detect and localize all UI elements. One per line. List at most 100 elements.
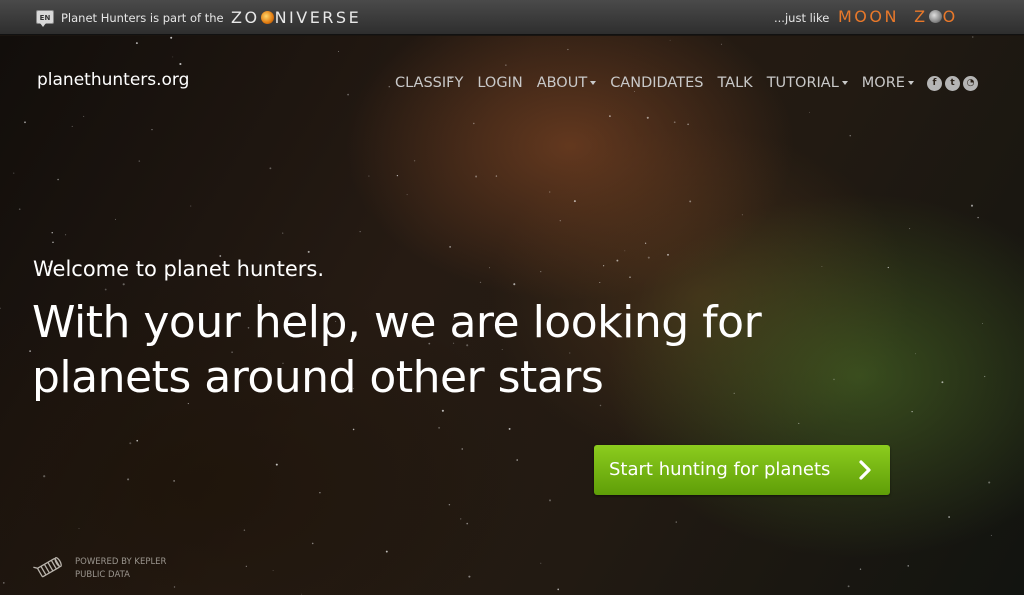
star-dot [669,39,671,41]
star-dot [540,271,542,273]
star-dot [368,175,370,177]
nav-talk[interactable]: TALK [717,75,752,91]
star-dot [624,250,626,252]
star-dot [448,503,451,506]
star-dot [78,528,80,529]
nav-candidates[interactable]: CANDIDATES [610,75,703,91]
star-dot [990,534,992,536]
star-dot [396,174,399,177]
star-dot [173,586,176,588]
moon-zoo-logo-first: MOON [838,7,899,26]
zooniverse-logo-start: ZO [231,8,260,27]
star-dot [52,241,54,244]
star-dot [988,481,991,484]
star-dot [57,178,59,181]
nav-login[interactable]: LOGIN [477,75,522,91]
caret-down-icon [841,81,848,85]
nav-about[interactable]: ABOUT [537,75,597,91]
star-dot [173,480,175,482]
star-dot [859,568,862,570]
kepler-telescope-icon [33,557,62,578]
kepler-credit[interactable]: POWERED BY KEPLER PUBLIC DATA [75,556,166,582]
star-dot [687,123,689,126]
social-links: f t ◔ [927,76,978,91]
star-dot [479,281,482,284]
star-dot [821,265,823,267]
kepler-line-1: POWERED BY KEPLER [75,557,167,567]
star-dot [495,175,498,177]
star-dot [338,50,339,52]
star-dot [129,442,132,445]
star-dot [461,448,463,450]
zooniverse-logo[interactable]: ZO NIVERSE [231,8,361,27]
star-dot [798,422,800,424]
star-dot [347,93,349,96]
star-dot [516,459,519,461]
caret-down-icon [590,81,597,85]
nav-more[interactable]: MORE [862,75,914,91]
star-dot [243,529,246,531]
language-selector[interactable]: EN [36,10,54,27]
nav-tutorial[interactable]: TUTORIAL [767,75,848,91]
site-logo[interactable]: planethunters.org [37,70,189,90]
star-dot [136,439,139,442]
star-dot [406,194,408,196]
moon-icon [928,10,942,23]
star-dot [982,323,983,325]
moon-zoo-logo-z: Z [914,7,928,26]
star-dot [170,36,173,39]
facebook-icon[interactable]: f [927,76,942,91]
star-dot [557,588,560,591]
star-dot [741,214,743,216]
star-dot [269,167,272,170]
star-dot [301,593,302,595]
star-dot [972,36,974,38]
star-dot [311,542,314,545]
star-dot [720,43,722,45]
star-dot [689,200,692,203]
welcome-text: Welcome to planet hunters. [33,257,324,281]
nav-more-label: MORE [861,75,905,91]
headline-line-2: planets around other stars [32,352,604,403]
star-dot [359,231,361,233]
star-dot [71,125,73,127]
star-dot [849,135,851,137]
star-dot [0,307,1,310]
star-dot [634,91,635,93]
star-dot [13,172,15,174]
star-dot [122,283,125,286]
star-dot [245,565,247,567]
star-dot [385,550,388,553]
star-dot [65,234,67,236]
nav-tutorial-label: TUTORIAL [766,75,839,91]
just-like-text: ...just like [774,11,830,25]
nav-classify[interactable]: CLASSIFY [395,75,463,91]
star-dot [352,428,355,431]
star-dot [83,115,85,117]
nav-about-label: ABOUT [536,75,588,91]
star-dot [667,253,669,256]
star-dot [127,478,130,481]
star-dot [673,121,676,124]
star-dot [549,191,551,193]
star-dot [505,64,507,66]
star-dot [441,409,444,412]
zooniverse-orb-icon [260,11,274,24]
star-dot [847,585,850,588]
twitter-icon[interactable]: t [945,76,960,91]
nav-classify-label: CLASSIFY [395,75,464,91]
moon-zoo-logo[interactable]: MOON ZO [838,7,958,26]
star-dot [190,205,192,207]
kepler-line-2: PUBLIC DATA [75,570,130,580]
star-dot [473,122,475,125]
star-dot [272,570,274,571]
zooniverse-bar: EN Planet Hunters is part of the ZO NIVER… [0,0,1024,35]
start-hunting-button[interactable]: Start hunting for planets [594,445,890,495]
hero-section: planethunters.org CLASSIFY LOGIN ABOUT C… [0,36,1024,595]
caret-down-icon [907,81,914,85]
star-dot [18,208,21,211]
rss-icon[interactable]: ◔ [963,76,978,91]
main-nav: CLASSIFY LOGIN ABOUT CANDIDATES TALK TUT… [395,75,928,91]
zooniverse-logo-end: NIVERSE [274,8,362,27]
star-dot [559,220,561,222]
